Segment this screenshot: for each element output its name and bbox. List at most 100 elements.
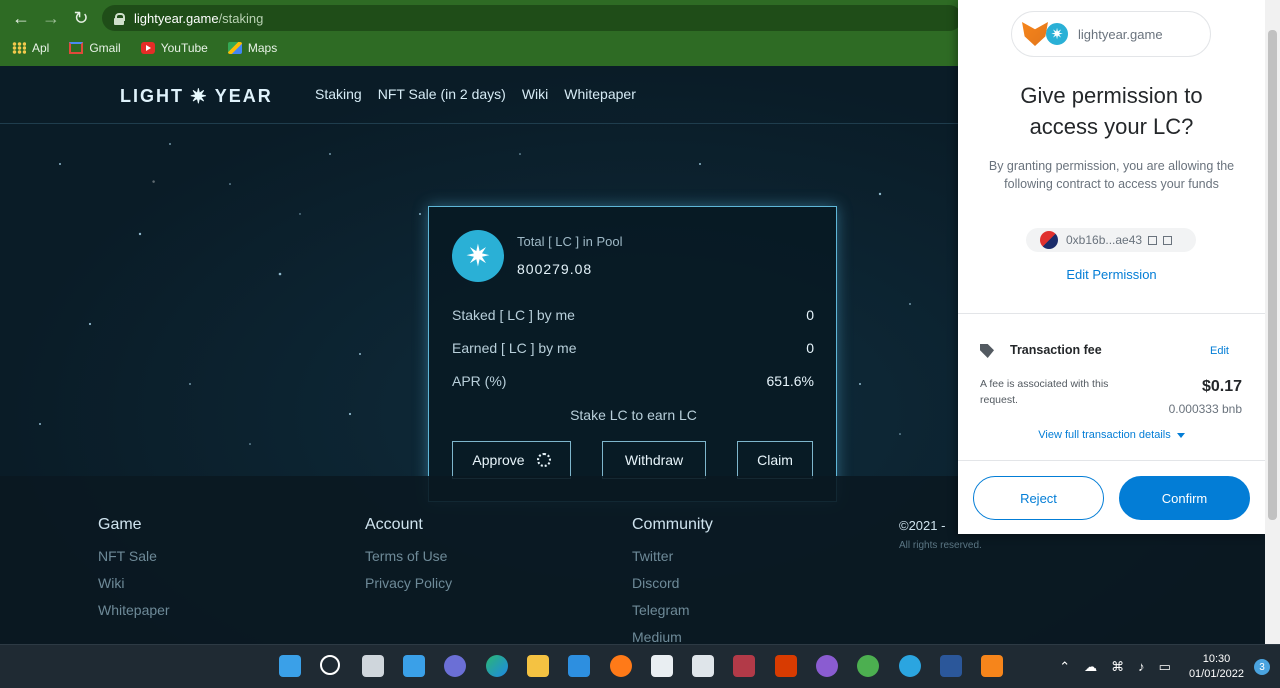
lc-token-icon: ✷ [1044, 21, 1070, 47]
footer-link-nft-sale[interactable]: NFT Sale [98, 548, 170, 565]
lightyear-logo[interactable]: LIGHT ✷ YEAR [120, 84, 273, 109]
volume-icon[interactable]: ♪ [1138, 659, 1145, 675]
apr-row: APR (%) 651.6% [452, 373, 814, 389]
loading-spinner-icon [536, 453, 551, 467]
permission-description: By granting permission, you are allowing… [988, 159, 1235, 191]
chevron-down-icon [1176, 432, 1185, 438]
divider [958, 460, 1265, 461]
footer-link-discord[interactable]: Discord [632, 575, 713, 592]
lock-icon [114, 12, 125, 25]
approve-label: Approve [472, 452, 525, 468]
footer-game-title: Game [98, 516, 142, 533]
address-bar[interactable]: lightyear.game/staking [102, 5, 962, 31]
back-arrow-icon[interactable]: ← [6, 3, 36, 33]
telegram-icon[interactable] [899, 655, 921, 677]
permission-title-line2: access your LC? [1029, 114, 1194, 139]
apr-label: APR (%) [452, 373, 507, 389]
gmail-icon [69, 42, 84, 54]
footer-link-twitter[interactable]: Twitter [632, 548, 713, 565]
chrome-profile-icon[interactable] [816, 655, 838, 677]
footer-link-wiki[interactable]: Wiki [98, 575, 170, 592]
dropbox-icon[interactable] [651, 655, 673, 677]
fee-edit-link[interactable]: Edit [1210, 345, 1229, 357]
bookmark-gmail[interactable]: Gmail [69, 41, 121, 55]
mail-icon[interactable] [568, 655, 590, 677]
youtube-icon [140, 42, 155, 54]
tray-icons: ⌃ ☁ ⌘ ♪ ▭ [1059, 659, 1171, 675]
clock[interactable]: 10:30 01/01/2022 [1189, 652, 1244, 682]
chevron-up-icon[interactable]: ⌃ [1059, 659, 1070, 675]
confirm-button[interactable]: Confirm [1119, 476, 1250, 520]
bookmark-label: Maps [247, 41, 278, 55]
footer-link-terms[interactable]: Terms of Use [365, 548, 452, 565]
staked-label: Staked [ LC ] by me [452, 307, 575, 323]
staked-row: Staked [ LC ] by me 0 [452, 307, 814, 323]
footer-game-column: Game NFT Sale Wiki Whitepaper [98, 516, 170, 629]
app-icon[interactable] [692, 655, 714, 677]
scrollbar-thumb[interactable] [1268, 30, 1277, 520]
rights-reserved: All rights reserved. [899, 540, 982, 551]
reload-icon[interactable]: ↻ [66, 3, 96, 33]
footer-link-whitepaper[interactable]: Whitepaper [98, 602, 170, 619]
bookmark-maps[interactable]: Maps [227, 41, 278, 55]
claim-button[interactable]: Claim [737, 441, 813, 479]
footer-link-telegram[interactable]: Telegram [632, 602, 713, 619]
view-details-label: View full transaction details [1038, 429, 1171, 441]
system-tray: ⌃ ☁ ⌘ ♪ ▭ 10:30 01/01/2022 3 [1059, 645, 1280, 688]
approve-button[interactable]: Approve [452, 441, 571, 479]
notification-badge[interactable]: 3 [1254, 659, 1270, 675]
staking-card: ✷ Total [ LC ] in Pool 800279.08 Staked … [428, 206, 837, 502]
footer-link-privacy[interactable]: Privacy Policy [365, 575, 452, 592]
apr-value: 651.6% [766, 373, 814, 389]
cloud-icon[interactable]: ☁ [1084, 659, 1097, 675]
pool-value: 800279.08 [517, 261, 593, 277]
reject-button[interactable]: Reject [973, 476, 1104, 520]
widgets-icon[interactable] [403, 655, 425, 677]
view-details-link[interactable]: View full transaction details [958, 429, 1265, 441]
permission-title: Give permission to access your LC? [958, 80, 1265, 142]
apps-grid-icon [12, 42, 26, 54]
footer-account-title: Account [365, 516, 423, 533]
network-icon[interactable]: ⌘ [1111, 659, 1124, 675]
file-explorer-icon[interactable] [527, 655, 549, 677]
start-icon[interactable] [279, 655, 301, 677]
permission-title-line1: Give permission to [1020, 83, 1203, 108]
contract-address-pill[interactable]: 0xb16b...ae43 [1026, 228, 1196, 252]
nav-whitepaper[interactable]: Whitepaper [564, 86, 636, 102]
search-icon[interactable] [320, 655, 340, 675]
transaction-fee-title: Transaction fee [1010, 343, 1102, 357]
earned-value: 0 [806, 340, 814, 356]
copy-icon[interactable] [1148, 235, 1158, 245]
external-link-icon[interactable] [1163, 235, 1173, 245]
metamask-taskbar-icon[interactable] [981, 655, 1003, 677]
bookmark-label: Gmail [89, 41, 121, 55]
url-host: lightyear.game [134, 10, 219, 26]
lc-coin-icon: ✷ [452, 230, 504, 282]
office-icon[interactable] [775, 655, 797, 677]
nav-staking[interactable]: Staking [315, 86, 362, 102]
word-icon[interactable] [940, 655, 962, 677]
withdraw-button[interactable]: Withdraw [602, 441, 706, 479]
bookmark-label: Apl [32, 41, 50, 55]
bookmark-label: YouTube [160, 41, 208, 55]
edge-icon[interactable] [486, 655, 508, 677]
battery-icon[interactable]: ▭ [1159, 659, 1171, 675]
logo-star-icon: ✷ [190, 86, 209, 108]
nav-wiki[interactable]: Wiki [522, 86, 548, 102]
contract-avatar-icon [1040, 231, 1058, 249]
url-path: /staking [218, 10, 264, 26]
winrar-icon[interactable] [733, 655, 755, 677]
forward-arrow-icon[interactable]: → [36, 3, 66, 33]
bookmark-youtube[interactable]: YouTube [140, 41, 208, 55]
footer-link-medium[interactable]: Medium [632, 629, 713, 644]
bookmark-apps[interactable]: Apl [12, 41, 49, 55]
task-view-icon[interactable] [362, 655, 384, 677]
firefox-icon[interactable] [610, 655, 632, 677]
chrome-icon[interactable] [857, 655, 879, 677]
nav-nft-sale[interactable]: NFT Sale (in 2 days) [378, 86, 506, 102]
edit-permission-link[interactable]: Edit Permission [958, 267, 1265, 282]
popup-scrollbar[interactable] [1265, 0, 1280, 644]
site-nav: Staking NFT Sale (in 2 days) Wiki Whitep… [315, 86, 636, 102]
logo-text-right: YEAR [214, 86, 273, 106]
chat-icon[interactable] [444, 655, 466, 677]
